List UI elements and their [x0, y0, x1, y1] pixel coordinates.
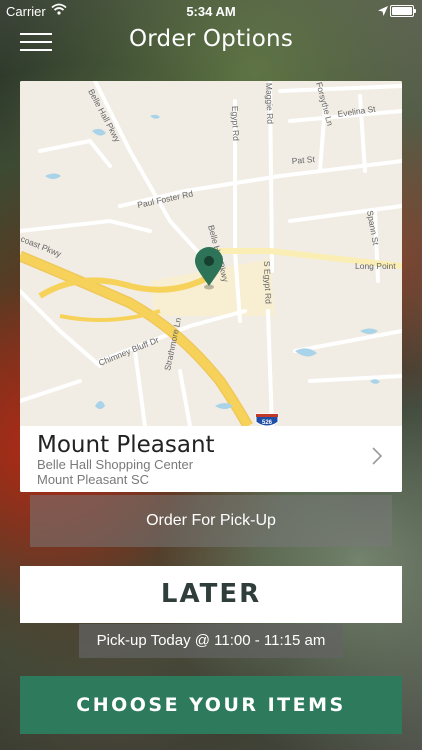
location-arrow-icon — [378, 4, 388, 19]
clock: 5:34 AM — [186, 4, 236, 19]
map-label: 526 — [262, 420, 273, 426]
later-button[interactable]: LATER — [20, 566, 402, 623]
chevron-right-icon — [372, 447, 383, 470]
page-title: Order Options — [128, 26, 293, 52]
store-card: 526 Belle Hall Pkwy Egypt Rd Maggie Rd F… — [20, 81, 402, 492]
map-label: Maggie Rd — [264, 83, 275, 125]
map-label: Pat St — [291, 154, 316, 166]
store-address-line2: Mount Pleasant SC — [37, 472, 150, 487]
choose-items-button[interactable]: CHOOSE YOUR ITEMS — [20, 676, 402, 734]
store-name: Mount Pleasant — [37, 432, 215, 458]
order-pickup-button[interactable]: Order For Pick-Up — [30, 495, 392, 547]
map-label: Egypt Rd — [230, 106, 241, 142]
store-address-line1: Belle Hall Shopping Center — [37, 457, 194, 472]
status-bar: Carrier 5:34 AM — [0, 0, 422, 22]
store-map[interactable]: 526 Belle Hall Pkwy Egypt Rd Maggie Rd F… — [20, 81, 402, 429]
map-label: Long Point — [355, 261, 396, 271]
store-location-row[interactable]: Mount Pleasant Belle Hall Shopping Cente… — [20, 427, 402, 492]
map-label: S Egypt Rd — [262, 261, 274, 305]
battery-icon — [390, 5, 416, 17]
pickup-time-label: Pick-up Today @ 11:00 - 11:15 am — [79, 624, 343, 658]
